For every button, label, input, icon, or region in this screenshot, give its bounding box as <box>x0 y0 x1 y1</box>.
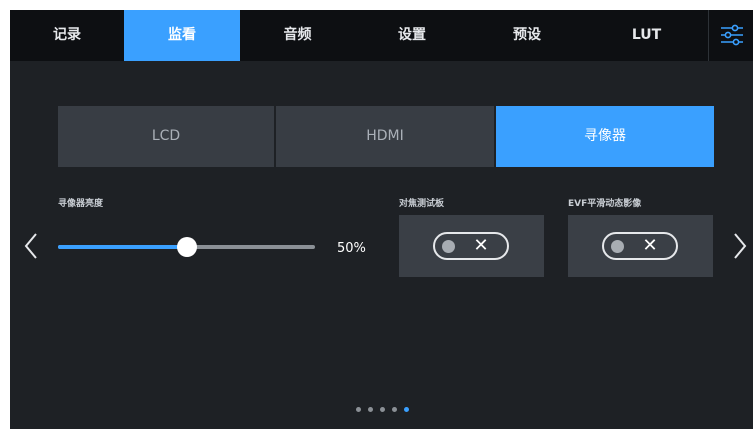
sliders-menu-button[interactable] <box>708 10 753 61</box>
chevron-right-icon[interactable] <box>733 232 747 260</box>
segment-viewfinder[interactable]: 寻像器 <box>496 106 714 167</box>
brightness-slider-knob[interactable] <box>176 237 197 257</box>
tab-setup[interactable]: 设置 <box>355 10 469 61</box>
segment-hdmi[interactable]: HDMI <box>276 106 494 167</box>
tab-monitor[interactable]: 监看 <box>124 10 240 61</box>
top-tab-bar: 记录 监看 音频 设置 预设 LUT <box>10 10 753 61</box>
evf-smoothing-toggle[interactable]: ✕ <box>602 232 678 260</box>
display-output-selector: LCD HDMI 寻像器 <box>58 106 714 167</box>
brightness-slider-fill <box>58 245 187 249</box>
brightness-label: 寻像器亮度 <box>58 199 104 209</box>
sliders-icon <box>721 24 743 46</box>
tab-record[interactable]: 记录 <box>10 10 124 61</box>
page-dot[interactable] <box>356 407 361 412</box>
page-dot[interactable] <box>392 407 397 412</box>
brightness-value: 50% <box>337 241 366 256</box>
segment-lcd[interactable]: LCD <box>58 106 274 167</box>
page-dot[interactable] <box>368 407 373 412</box>
chevron-left-icon[interactable] <box>24 232 38 260</box>
focus-chart-toggle[interactable]: ✕ <box>433 232 509 260</box>
focus-chart-label: 对焦测试板 <box>399 199 445 209</box>
monitor-settings-screen: 记录 监看 音频 设置 预设 LUT LCD HDMI 寻像器 寻像器亮度 50… <box>10 10 753 429</box>
toggle-knob <box>611 240 624 253</box>
page-dot[interactable] <box>404 407 409 412</box>
close-icon: ✕ <box>642 235 658 256</box>
toggle-knob <box>442 240 455 253</box>
tab-audio[interactable]: 音频 <box>240 10 355 61</box>
page-indicator <box>356 407 426 413</box>
evf-smoothing-label: EVF平滑动态影像 <box>568 199 642 209</box>
close-icon: ✕ <box>473 235 489 256</box>
page-dot[interactable] <box>380 407 385 412</box>
tab-presets[interactable]: 预设 <box>469 10 585 61</box>
focus-chart-card: ✕ <box>399 215 544 277</box>
evf-smoothing-card: ✕ <box>568 215 713 277</box>
tab-lut[interactable]: LUT <box>585 10 708 61</box>
